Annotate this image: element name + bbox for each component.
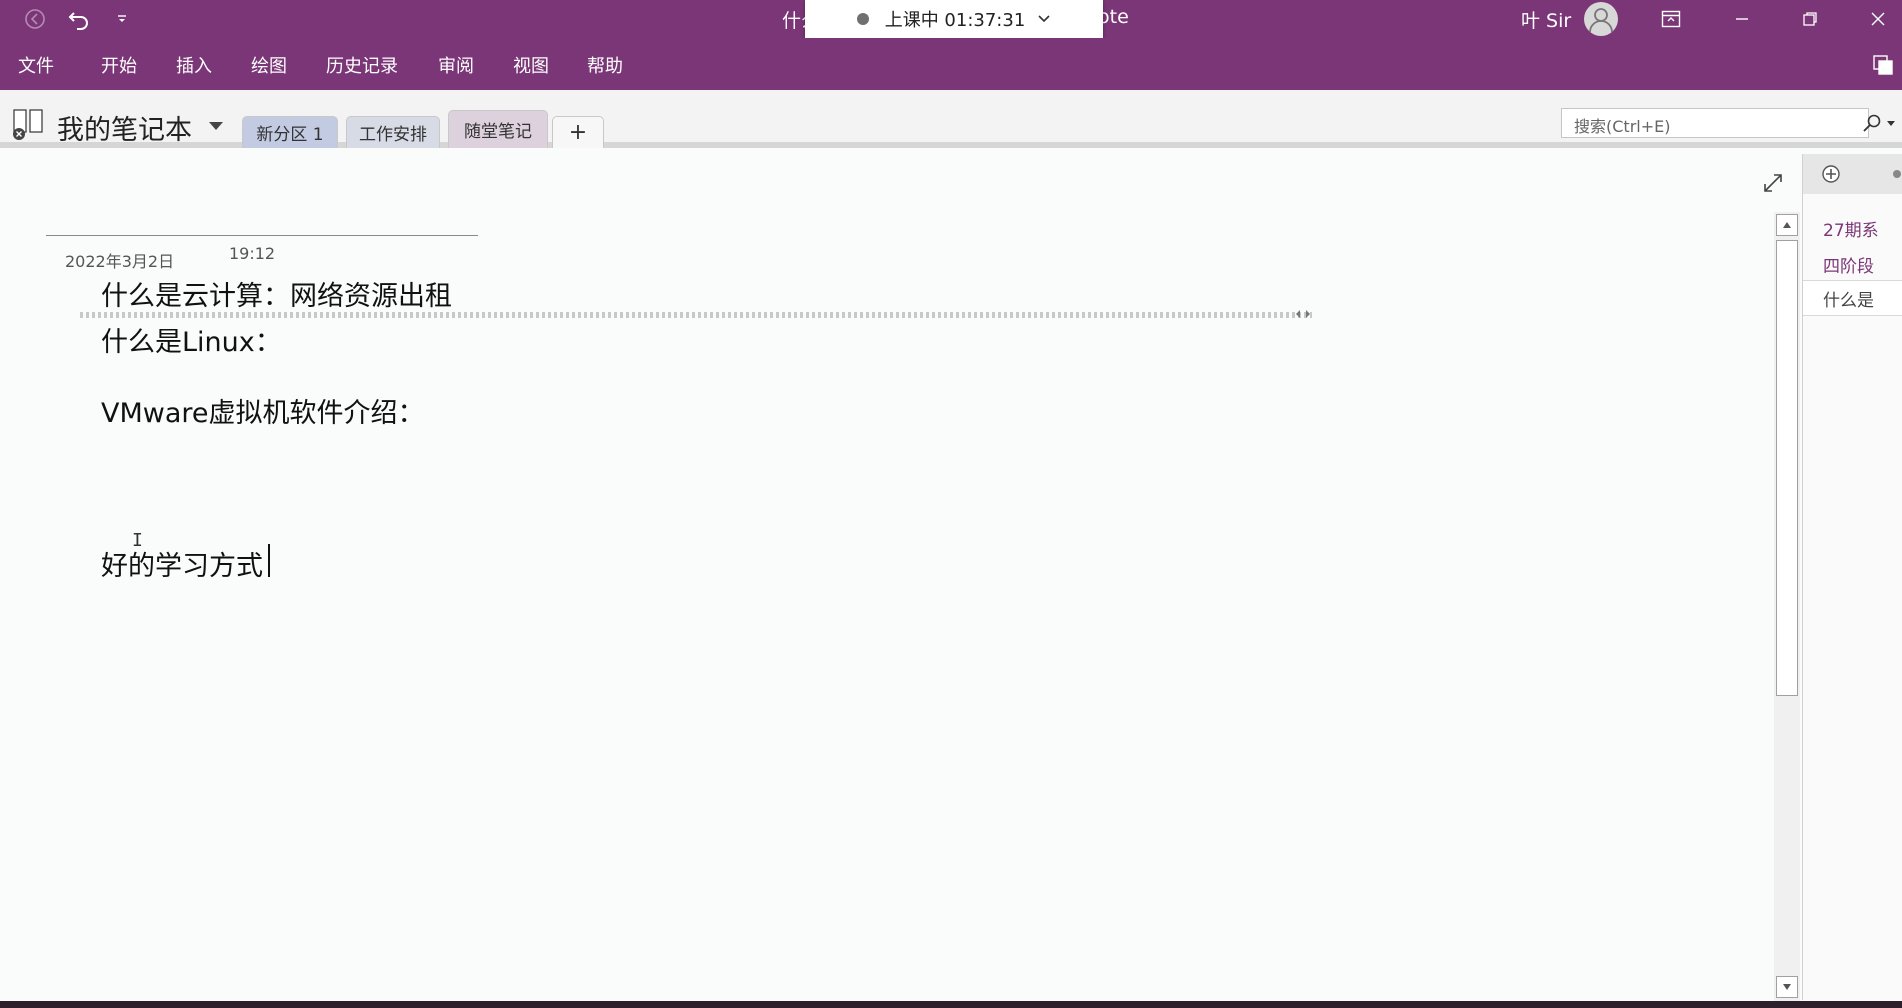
scroll-down-arrow-icon <box>1783 984 1791 990</box>
menu-view[interactable]: 视图 <box>513 52 549 78</box>
recording-status-pill[interactable]: 上课中 01:37:31 <box>805 0 1103 38</box>
menu-draw[interactable]: 绘图 <box>251 52 287 78</box>
add-section-label: + <box>568 120 588 145</box>
scroll-down-button[interactable] <box>1776 976 1798 998</box>
close-button[interactable] <box>1854 0 1902 38</box>
back-circle-icon <box>25 9 45 29</box>
add-section-button[interactable]: + <box>552 116 604 148</box>
menu-home[interactable]: 开始 <box>101 52 137 78</box>
ibeam-cursor-icon: I <box>132 530 143 551</box>
sticky-notes-icon <box>1873 55 1893 75</box>
recording-dot-icon <box>856 13 869 25</box>
quick-access-dropdown[interactable] <box>110 0 134 38</box>
undo-button[interactable] <box>62 0 96 38</box>
search-placeholder: 搜索(Ctrl+E) <box>1574 117 1671 136</box>
notebook-name[interactable]: 我的笔记本 <box>57 108 192 147</box>
note-line-study-method[interactable]: 好的学习方式 <box>101 544 263 583</box>
page-title-divider <box>46 235 478 236</box>
note-line-cloud-computing[interactable]: 什么是云计算：网络资源出租 <box>101 274 452 313</box>
menu-bar: 文件 开始 插入 绘图 历史记录 审阅 视图 帮助 <box>0 38 1902 90</box>
ribbon-display-icon <box>1661 10 1681 28</box>
ribbon-display-options-button[interactable] <box>1650 0 1692 38</box>
section-tab-new-section[interactable]: 新分区 1 <box>242 116 338 148</box>
title-bar: 什么 ote 上课中 01:37:31 叶 Sir <box>0 0 1902 38</box>
menu-help[interactable]: 帮助 <box>587 52 623 78</box>
page-list-item[interactable]: 四阶段 <box>1803 246 1902 282</box>
note-line-linux[interactable]: 什么是Linux： <box>101 320 282 359</box>
close-icon <box>1871 12 1885 26</box>
menu-review[interactable]: 审阅 <box>438 52 474 78</box>
scroll-thumb[interactable] <box>1776 240 1798 696</box>
notebook-bar: 我的笔记本 新分区 1 工作安排 随堂笔记 + 搜索(Ctrl+E) <box>0 90 1902 148</box>
onenote-window: 什么 ote 上课中 01:37:31 叶 Sir 文件 开始 插入 绘图 历史… <box>0 0 1902 1008</box>
page-canvas[interactable]: 2022年3月2日 19:12 什么是云计算：网络资源出租 什么是Linux： … <box>0 154 1786 1000</box>
customize-quick-access-icon <box>118 15 126 22</box>
user-avatar-icon <box>1589 8 1613 33</box>
page-list-item-selected[interactable]: 什么是 <box>1803 280 1902 316</box>
restore-button[interactable] <box>1786 0 1834 38</box>
menu-insert[interactable]: 插入 <box>176 52 212 78</box>
text-caret <box>268 544 270 577</box>
search-icon[interactable] <box>1862 113 1882 133</box>
search-input[interactable]: 搜索(Ctrl+E) <box>1561 108 1869 138</box>
section-tab-work[interactable]: 工作安排 <box>346 116 440 148</box>
scroll-up-arrow-icon <box>1783 222 1791 228</box>
undo-icon <box>68 12 88 30</box>
chevron-down-icon <box>1038 15 1050 23</box>
sort-pages-icon[interactable] <box>1891 166 1902 182</box>
pages-pane-header <box>1803 154 1902 194</box>
minimize-button[interactable] <box>1718 0 1766 38</box>
section-tab-label: 新分区 1 <box>256 125 324 145</box>
note-line-vmware[interactable]: VMware虚拟机软件介绍： <box>101 391 425 430</box>
page-date: 2022年3月2日 <box>65 252 175 271</box>
menu-history[interactable]: 历史记录 <box>326 52 398 78</box>
minimize-icon <box>1736 18 1748 20</box>
sticky-notes-button[interactable] <box>1870 52 1896 78</box>
vertical-scrollbar[interactable] <box>1774 212 1800 1002</box>
user-name[interactable]: 叶 Sir <box>1521 6 1571 33</box>
full-page-view-icon[interactable] <box>1762 172 1784 194</box>
section-tab-class-notes[interactable]: 随堂笔记 <box>448 110 548 148</box>
section-tab-label: 工作安排 <box>359 125 427 145</box>
page-time: 19:12 <box>229 244 276 263</box>
taskbar-edge <box>0 1001 1902 1008</box>
recording-status-text: 上课中 01:37:31 <box>884 10 1026 31</box>
notebook-icon[interactable] <box>10 108 48 142</box>
scroll-up-button[interactable] <box>1776 214 1798 236</box>
menu-file[interactable]: 文件 <box>18 52 54 78</box>
section-tab-label: 随堂笔记 <box>464 122 532 142</box>
add-page-icon[interactable] <box>1821 164 1841 184</box>
avatar[interactable] <box>1584 2 1618 36</box>
restore-icon <box>1803 12 1817 26</box>
search-scope-dropdown-icon[interactable] <box>1886 120 1896 128</box>
notebook-dropdown-icon[interactable] <box>208 120 224 132</box>
page-list-item[interactable]: 27期系 <box>1803 210 1902 246</box>
container-resize-icon[interactable] <box>1294 308 1312 320</box>
pages-pane: 27期系 四阶段 什么是 <box>1802 154 1902 1000</box>
back-button[interactable] <box>20 0 50 38</box>
